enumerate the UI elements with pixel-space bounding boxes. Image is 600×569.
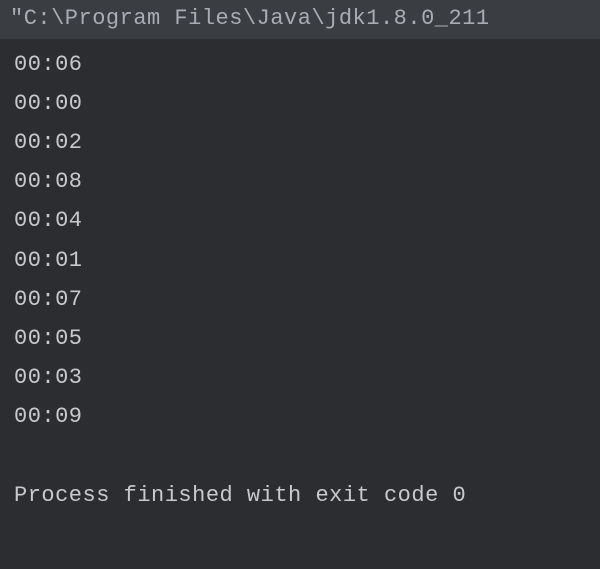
- output-line: 00:05: [14, 319, 586, 358]
- command-text: "C:\Program Files\Java\jdk1.8.0_211: [10, 6, 490, 31]
- blank-line: [14, 436, 586, 475]
- output-line: 00:02: [14, 123, 586, 162]
- console-output-body: 00:06 00:00 00:02 00:08 00:04 00:01 00:0…: [0, 39, 600, 521]
- console-command-header: "C:\Program Files\Java\jdk1.8.0_211: [0, 0, 600, 39]
- output-line: 00:07: [14, 280, 586, 319]
- exit-message: Process finished with exit code 0: [14, 476, 586, 515]
- output-line: 00:08: [14, 162, 586, 201]
- output-line: 00:06: [14, 45, 586, 84]
- output-line: 00:00: [14, 84, 586, 123]
- output-line: 00:01: [14, 241, 586, 280]
- output-line: 00:04: [14, 201, 586, 240]
- output-line: 00:03: [14, 358, 586, 397]
- output-line: 00:09: [14, 397, 586, 436]
